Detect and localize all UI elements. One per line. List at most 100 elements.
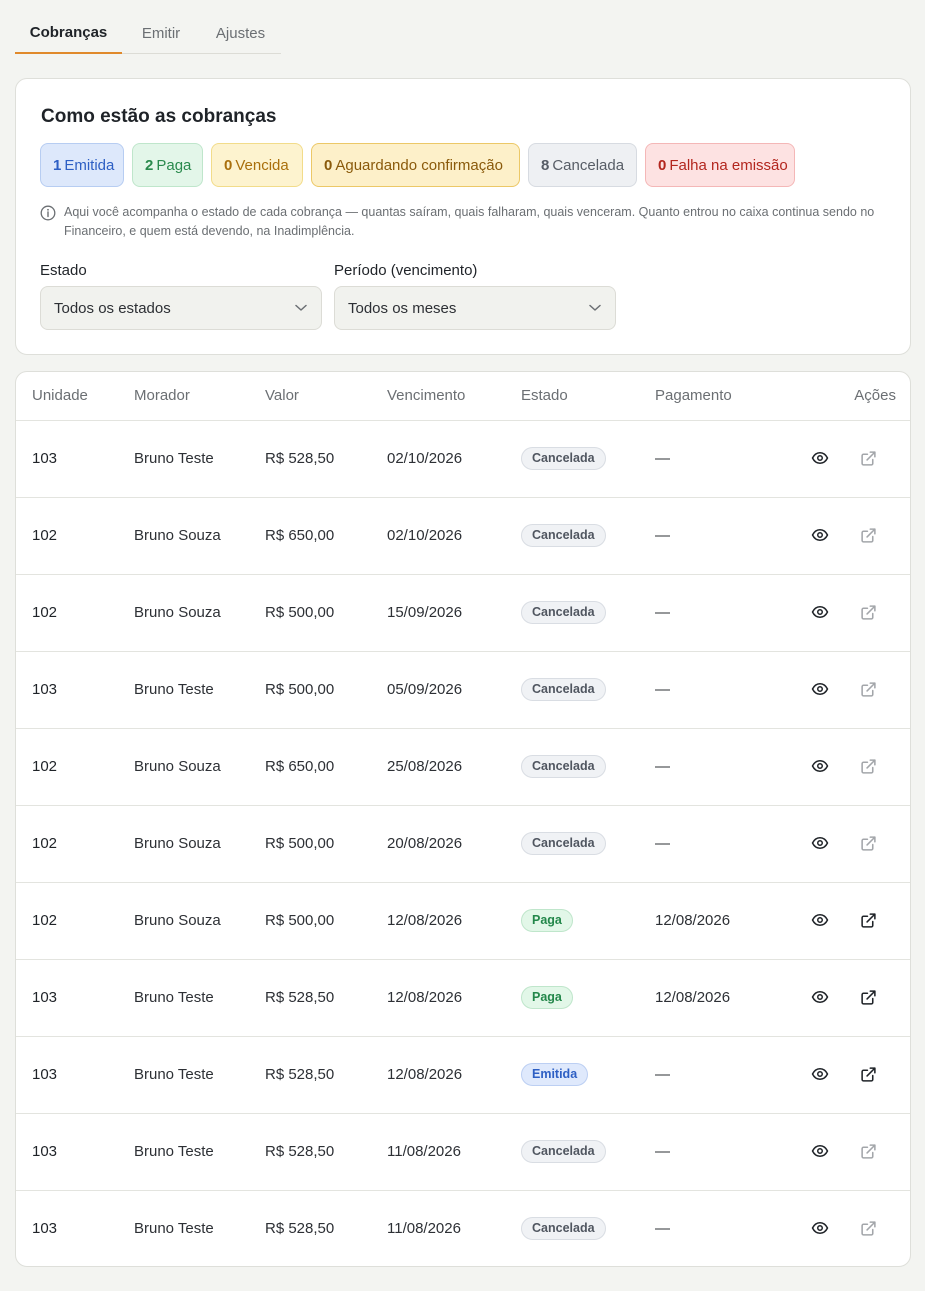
periodo-select[interactable]: Todos os meses	[334, 286, 616, 330]
cell-vencimento: 25/08/2026	[387, 728, 521, 806]
eye-icon	[811, 452, 829, 464]
chip-paga[interactable]: 2 Paga	[132, 143, 203, 187]
cobrancas-table-card: Unidade Morador Valor Vencimento Estado …	[15, 371, 911, 1267]
table-body: 103 Bruno Teste R$ 528,50 02/10/2026 Can…	[16, 420, 910, 1266]
eye-icon	[811, 529, 829, 541]
table-row: 102 Bruno Souza R$ 650,00 02/10/2026 Can…	[16, 497, 910, 575]
cell-vencimento: 02/10/2026	[387, 497, 521, 575]
external-link-icon	[861, 1067, 876, 1082]
view-button[interactable]	[808, 1216, 832, 1240]
external-link-icon	[861, 1221, 876, 1236]
view-button[interactable]	[808, 1139, 832, 1163]
cell-estado: Cancelada	[521, 1190, 655, 1266]
open-link-button[interactable]	[856, 986, 880, 1010]
open-link-button[interactable]	[856, 755, 880, 779]
info-note: Aqui você acompanha o estado de cada cob…	[40, 203, 890, 241]
estado-select[interactable]: Todos os estados	[40, 286, 322, 330]
cell-acoes	[803, 1113, 910, 1191]
open-link-button[interactable]	[856, 678, 880, 702]
status-badge: Cancelada	[521, 678, 606, 701]
view-button[interactable]	[808, 754, 832, 778]
estado-select-value: Todos os estados	[54, 299, 171, 317]
chip-vencida[interactable]: 0 Vencida	[211, 143, 303, 187]
view-button[interactable]	[808, 446, 832, 470]
chip-aguardando[interactable]: 0 Aguardando confirmação	[311, 143, 520, 187]
cell-valor: R$ 528,50	[265, 1113, 387, 1191]
periodo-filter-label: Período (vencimento)	[334, 262, 478, 279]
cell-morador: Bruno Teste	[134, 1220, 214, 1238]
cell-pagamento: —	[655, 728, 803, 806]
tab-bar: Cobranças Emitir Ajustes	[15, 12, 281, 54]
cell-morador: Bruno Souza	[134, 882, 265, 960]
table-row: 102 Bruno Souza R$ 650,00 25/08/2026 Can…	[16, 728, 910, 806]
open-link-button[interactable]	[856, 1063, 880, 1087]
cell-vencimento: 12/08/2026	[387, 882, 521, 960]
chevron-down-icon	[295, 304, 307, 311]
cell-acoes	[803, 882, 910, 960]
chip-falha[interactable]: 0 Falha na emissão	[645, 143, 795, 187]
header-vencimento[interactable]: Vencimento	[387, 372, 521, 421]
open-link-button[interactable]	[856, 1140, 880, 1164]
cell-vencimento: 11/08/2026	[387, 1220, 461, 1238]
view-button[interactable]	[808, 677, 832, 701]
cell-valor: R$ 500,00	[265, 805, 387, 883]
open-link-button[interactable]	[856, 909, 880, 933]
cell-unidade: 102	[16, 728, 134, 806]
table-row: 103 Bruno Teste R$ 528,50 12/08/2026 Emi…	[16, 1036, 910, 1114]
view-button[interactable]	[808, 1062, 832, 1086]
chip-cancelada[interactable]: 8 Cancelada	[528, 143, 637, 187]
table-row: 103 Bruno Teste R$ 528,50 12/08/2026 Pag…	[16, 959, 910, 1037]
header-pagamento[interactable]: Pagamento	[655, 372, 803, 421]
external-link-icon	[861, 605, 876, 620]
open-link-button[interactable]	[856, 601, 880, 625]
header-estado[interactable]: Estado	[521, 372, 655, 421]
header-unidade[interactable]: Unidade	[16, 372, 134, 421]
cell-unidade: 102	[16, 574, 134, 652]
external-link-icon	[861, 528, 876, 543]
cell-morador: Bruno Souza	[134, 728, 265, 806]
status-badge: Cancelada	[521, 1217, 606, 1241]
cell-estado: Cancelada	[521, 420, 655, 498]
open-link-button[interactable]	[856, 447, 880, 471]
cell-unidade: 102	[16, 497, 134, 575]
cell-vencimento: 11/08/2026	[387, 1113, 521, 1191]
tab-cobrancas[interactable]: Cobranças	[15, 12, 122, 54]
cell-valor: R$ 528,50	[265, 1220, 335, 1238]
cell-unidade: 102	[16, 805, 134, 883]
table-row: 103 Bruno Teste R$ 500,00 05/09/2026 Can…	[16, 651, 910, 729]
cell-vencimento: 12/08/2026	[387, 959, 521, 1037]
cell-vencimento: 05/09/2026	[387, 651, 521, 729]
chip-label: Aguardando confirmação	[335, 156, 503, 174]
header-valor[interactable]: Valor	[265, 372, 387, 421]
view-button[interactable]	[808, 908, 832, 932]
view-button[interactable]	[808, 831, 832, 855]
tab-emitir[interactable]: Emitir	[122, 12, 200, 54]
tab-ajustes[interactable]: Ajustes	[200, 12, 281, 54]
chip-emitida[interactable]: 1 Emitida	[40, 143, 124, 187]
chip-label: Falha na emissão	[669, 156, 788, 174]
view-button[interactable]	[808, 600, 832, 624]
header-morador[interactable]: Morador	[134, 372, 265, 421]
view-button[interactable]	[808, 523, 832, 547]
table-row: 103 Bruno Teste R$ 528,50 02/10/2026 Can…	[16, 420, 910, 498]
cell-unidade: 103	[16, 1113, 134, 1191]
chip-label: Paga	[156, 156, 192, 174]
cell-estado: Cancelada	[521, 651, 655, 729]
cell-estado: Cancelada	[521, 1113, 655, 1191]
eye-icon	[811, 1222, 829, 1235]
open-link-button[interactable]	[856, 832, 880, 856]
table-row: 102 Bruno Souza R$ 500,00 20/08/2026 Can…	[16, 805, 910, 883]
cell-estado: Cancelada	[521, 574, 655, 652]
status-badge: Cancelada	[521, 601, 606, 624]
cell-estado: Cancelada	[521, 805, 655, 883]
view-button[interactable]	[808, 985, 832, 1009]
cell-pagamento: —	[655, 805, 803, 883]
open-link-button[interactable]	[856, 524, 880, 548]
cell-morador: Bruno Teste	[134, 959, 265, 1037]
open-link-button[interactable]	[856, 1217, 880, 1241]
cell-morador: Bruno Teste	[134, 651, 265, 729]
cell-acoes	[803, 1036, 910, 1114]
cell-pagamento: —	[655, 1220, 670, 1238]
cell-unidade: 103	[32, 1220, 58, 1238]
table-row: 103 Bruno Teste R$ 528,50 11/08/2026 Can…	[16, 1113, 910, 1191]
